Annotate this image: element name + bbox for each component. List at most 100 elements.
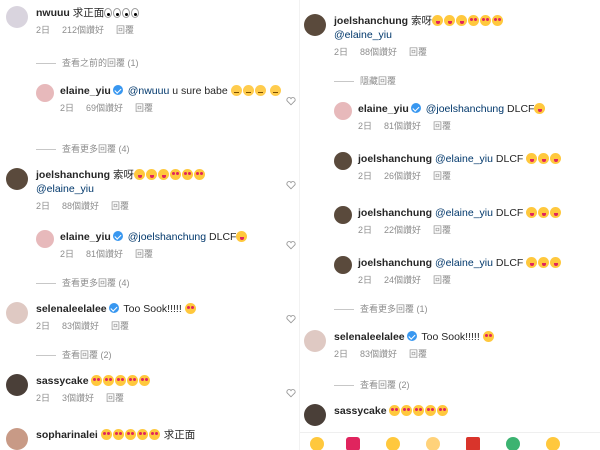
username[interactable]: elaine_yiu <box>358 103 409 115</box>
avatar[interactable] <box>6 374 28 396</box>
like-count[interactable]: 22個讚好 <box>384 225 421 235</box>
username[interactable]: elaine_yiu <box>60 231 111 243</box>
avatar[interactable] <box>304 330 326 352</box>
like-count[interactable]: 88個讚好 <box>360 47 397 57</box>
heart-emoji-icon[interactable] <box>346 437 360 450</box>
reply-button[interactable]: 回覆 <box>135 103 153 113</box>
reply-button[interactable]: 回覆 <box>433 225 451 235</box>
avatar[interactable] <box>6 302 28 324</box>
username[interactable]: selenaleelalee <box>334 331 405 343</box>
heart-outline-icon[interactable] <box>286 180 296 190</box>
view-replies[interactable]: 查看回覆 (2) <box>334 378 410 391</box>
avatar[interactable] <box>6 168 28 190</box>
comment-text: 求正面 <box>163 429 196 441</box>
username[interactable]: joelshanchung <box>334 15 408 27</box>
heart-eyes-emoji-icon <box>127 375 139 386</box>
reply-comment: joelshanchung @elaine_yiu DLCF 2日 22個讚好 回覆 <box>334 206 594 236</box>
tongue-emoji-icon <box>550 257 562 268</box>
comment-text: 索呀 <box>113 169 135 181</box>
username[interactable]: sassycake <box>36 375 89 387</box>
reply-button[interactable]: 回覆 <box>116 25 134 35</box>
mention-link[interactable]: @elaine_yiu <box>435 257 493 269</box>
verified-badge-icon <box>108 303 119 313</box>
heart-eyes-emoji-icon <box>482 331 494 342</box>
like-count[interactable]: 88個讚好 <box>62 201 99 211</box>
view-more-replies[interactable]: 查看更多回覆 (4) <box>36 142 130 155</box>
username[interactable]: selenaleelalee <box>36 303 107 315</box>
divider-line <box>334 309 354 311</box>
flag-emoji-icon[interactable] <box>466 437 480 450</box>
like-count[interactable]: 69個讚好 <box>86 103 123 113</box>
reply-button[interactable]: 回覆 <box>135 249 153 259</box>
like-count[interactable]: 81個讚好 <box>384 121 421 131</box>
heart-eyes-emoji-icon[interactable] <box>546 437 560 450</box>
reply-button[interactable]: 回覆 <box>409 349 427 359</box>
heart-eyes-emoji-icon <box>115 375 127 386</box>
like-count[interactable]: 81個讚好 <box>86 249 123 259</box>
avatar[interactable] <box>304 404 326 426</box>
username[interactable]: sassycake <box>334 405 387 417</box>
reply-button[interactable]: 回覆 <box>111 201 129 211</box>
sick-emoji-icon[interactable] <box>506 437 520 450</box>
avatar[interactable] <box>6 428 28 450</box>
mention-link[interactable]: @joelshanchung <box>426 103 504 115</box>
verified-badge-icon <box>112 231 123 241</box>
heart-outline-icon[interactable] <box>286 388 296 398</box>
reply-button[interactable]: 回覆 <box>111 321 129 331</box>
heart-outline-icon[interactable] <box>286 96 296 106</box>
tongue-emoji-icon <box>146 169 158 180</box>
like-count[interactable]: 83個讚好 <box>62 321 99 331</box>
reply-button[interactable]: 回覆 <box>409 47 427 57</box>
avatar[interactable] <box>304 14 326 36</box>
heart-eyes-emoji-icon <box>148 429 160 440</box>
like-count[interactable]: 212個讚好 <box>62 25 104 35</box>
tongue-emoji-icon <box>538 153 550 164</box>
like-count[interactable]: 3個讚好 <box>62 393 94 403</box>
tongue-emoji-icon <box>550 153 562 164</box>
view-more-replies[interactable]: 查看更多回覆 (4) <box>36 276 130 289</box>
username[interactable]: joelshanchung <box>358 257 432 269</box>
verified-badge-icon <box>112 85 123 95</box>
username[interactable]: joelshanchung <box>36 169 110 181</box>
username[interactable]: elaine_yiu <box>60 85 111 97</box>
like-count[interactable]: 26個讚好 <box>384 171 421 181</box>
reply-button[interactable]: 回覆 <box>433 121 451 131</box>
like-count[interactable]: 24個讚好 <box>384 275 421 285</box>
wink-emoji-icon[interactable] <box>386 437 400 450</box>
mention-link[interactable]: @joelshanchung <box>128 231 206 243</box>
hide-replies[interactable]: 隱藏回覆 <box>334 74 396 87</box>
like-count[interactable]: 83個讚好 <box>360 349 397 359</box>
avatar[interactable] <box>36 84 54 102</box>
username[interactable]: sopharinalei <box>36 429 98 441</box>
heart-outline-icon[interactable] <box>286 240 296 250</box>
username[interactable]: joelshanchung <box>358 207 432 219</box>
divider-line <box>334 81 354 83</box>
reply-button[interactable]: 回覆 <box>106 393 124 403</box>
view-previous-replies[interactable]: 查看之前的回覆 (1) <box>36 56 139 69</box>
tongue-emoji-icon <box>444 15 456 26</box>
reply-button[interactable]: 回覆 <box>433 171 451 181</box>
mention-link[interactable]: @elaine_yiu <box>334 29 392 41</box>
grin-emoji-icon[interactable] <box>310 437 324 450</box>
view-more-replies[interactable]: 查看更多回覆 (1) <box>334 302 428 315</box>
comment-date: 2日 <box>60 249 75 259</box>
avatar[interactable] <box>334 256 352 274</box>
avatar[interactable] <box>334 206 352 224</box>
mention-link[interactable]: @nwuuu <box>128 85 170 97</box>
username[interactable]: nwuuu <box>36 7 70 19</box>
avatar[interactable] <box>334 152 352 170</box>
smile-emoji-icon[interactable] <box>426 437 440 450</box>
heart-outline-icon[interactable] <box>286 314 296 324</box>
view-replies[interactable]: 查看回覆 (2) <box>36 348 112 361</box>
heart-eyes-emoji-icon <box>91 375 103 386</box>
mention-link[interactable]: @elaine_yiu <box>435 153 493 165</box>
avatar[interactable] <box>334 102 352 120</box>
mention-link[interactable]: @elaine_yiu <box>435 207 493 219</box>
avatar[interactable] <box>36 230 54 248</box>
heart-eyes-emoji-icon <box>468 15 480 26</box>
reply-button[interactable]: 回覆 <box>433 275 451 285</box>
mention-link[interactable]: @elaine_yiu <box>36 183 94 195</box>
comment: joelshanchung 索呀 @elaine_yiu 2日 88個讚好 回覆 <box>304 14 594 58</box>
avatar[interactable] <box>6 6 28 28</box>
username[interactable]: joelshanchung <box>358 153 432 165</box>
